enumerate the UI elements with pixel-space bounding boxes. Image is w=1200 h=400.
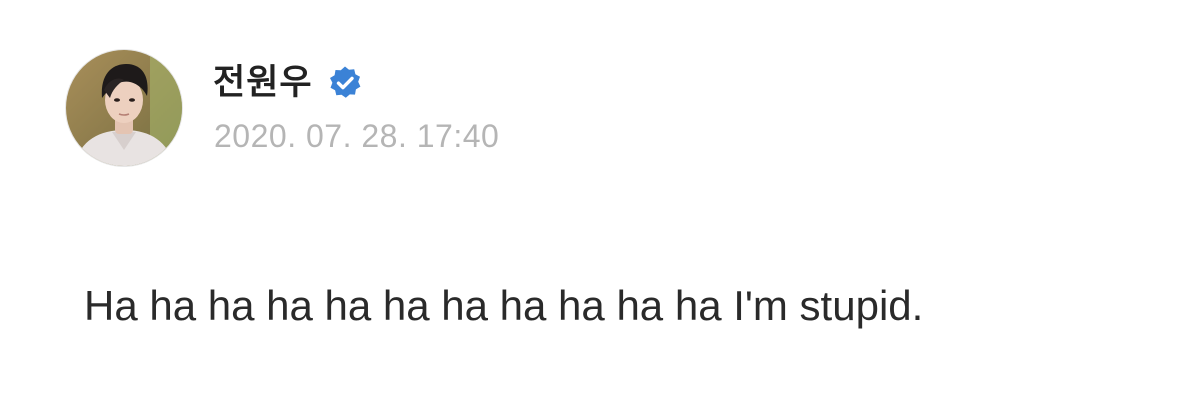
post-card: 전원우 2020. 07. 28. 17:40 Ha ha ha ha ha h… bbox=[0, 0, 1200, 400]
verified-badge-icon bbox=[327, 65, 363, 101]
author-header: 전원우 bbox=[213, 58, 363, 108]
avatar-photo bbox=[66, 50, 182, 166]
author-avatar[interactable] bbox=[66, 50, 182, 166]
post-body-text: Ha ha ha ha ha ha ha ha ha ha ha I'm stu… bbox=[84, 282, 924, 329]
author-name[interactable]: 전원우 bbox=[213, 58, 313, 108]
post-timestamp: 2020. 07. 28. 17:40 bbox=[214, 118, 500, 154]
